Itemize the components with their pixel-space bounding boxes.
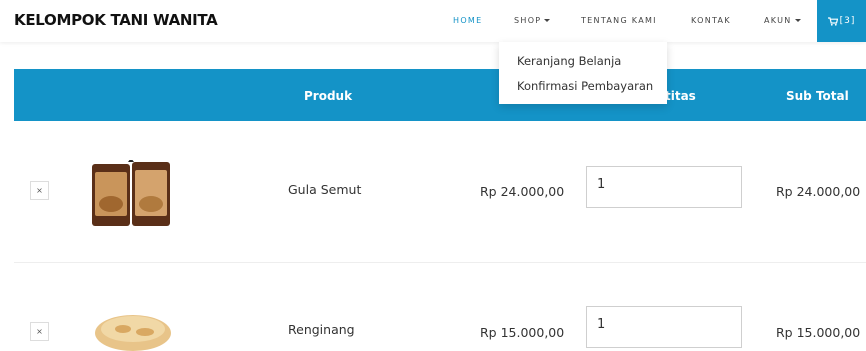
- quantity-input[interactable]: 1: [586, 306, 742, 348]
- remove-item-button[interactable]: ×: [30, 322, 49, 341]
- quantity-input[interactable]: 1: [586, 166, 742, 208]
- nav-akun[interactable]: AKUN: [764, 16, 801, 25]
- brand-logo[interactable]: KELOMPOK TANI WANITA: [14, 11, 218, 29]
- header-produk: Produk: [304, 89, 353, 103]
- header-subtotal: Sub Total: [786, 89, 849, 103]
- quantity-value: 1: [597, 177, 606, 192]
- renginang-product-image[interactable]: [93, 307, 173, 351]
- chevron-down-icon: [794, 19, 801, 22]
- nav-shop-label: SHOP: [514, 16, 542, 25]
- header-kuantitas: titas: [665, 89, 696, 103]
- product-name: Renginang: [288, 322, 355, 337]
- menu-item-keranjang-belanja[interactable]: Keranjang Belanja: [517, 54, 621, 68]
- cart-table-header: Produk titas Sub Total: [14, 69, 866, 121]
- row-divider: [14, 262, 866, 263]
- shop-dropdown-menu: Keranjang Belanja Konfirmasi Pembayaran: [499, 42, 667, 104]
- product-subtotal: Rp 15.000,00: [776, 325, 861, 340]
- product-name: Gula Semut: [288, 182, 362, 197]
- quantity-value: 1: [597, 317, 606, 332]
- nav-tentang-kami[interactable]: TENTANG KAMI: [581, 16, 657, 25]
- navbar: KELOMPOK TANI WANITA HOME SHOP TENTANG K…: [0, 0, 866, 42]
- chevron-down-icon: [544, 19, 551, 22]
- menu-item-konfirmasi-pembayaran[interactable]: Konfirmasi Pembayaran: [517, 79, 653, 93]
- nav-shop[interactable]: SHOP: [514, 16, 551, 25]
- product-subtotal: Rp 24.000,00: [776, 184, 861, 199]
- gula-semut-product-image[interactable]: [90, 160, 172, 228]
- cart-icon: [827, 16, 838, 26]
- nav-kontak[interactable]: KONTAK: [691, 16, 731, 25]
- cart-button[interactable]: [3]: [817, 0, 866, 42]
- nav-akun-label: AKUN: [764, 16, 792, 25]
- product-price: Rp 24.000,00: [480, 184, 565, 199]
- cart-count: [3]: [839, 16, 856, 26]
- nav-home[interactable]: HOME: [453, 16, 482, 25]
- remove-item-button[interactable]: ×: [30, 181, 49, 200]
- product-price: Rp 15.000,00: [480, 325, 565, 340]
